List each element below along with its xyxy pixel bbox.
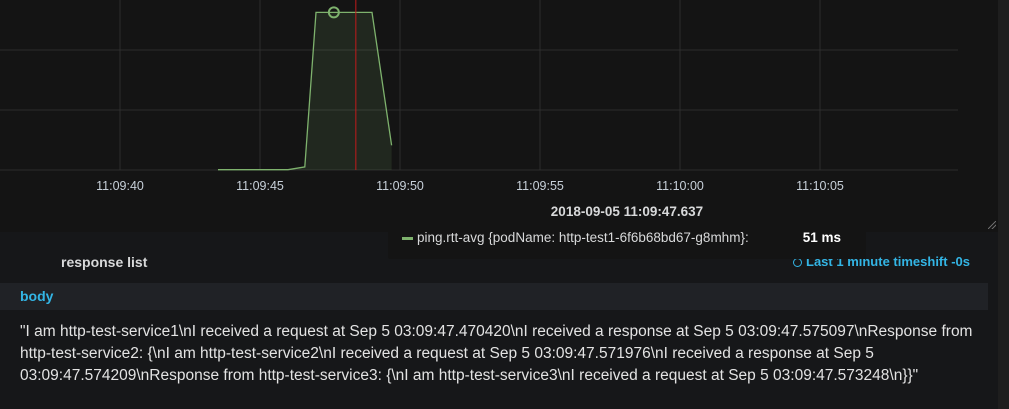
x-axis-tick-label: 11:09:50 (376, 179, 424, 193)
tooltip-timestamp: 2018-09-05 11:09:47.637 (550, 204, 704, 219)
series-area-fill (218, 12, 392, 171)
table-row: "I am http-test-service1\nI received a r… (20, 323, 973, 384)
x-axis: 511:09:4011:09:4511:09:5011:09:5511:10:0… (0, 179, 844, 193)
series-layer (218, 0, 393, 171)
graph-grid (0, 0, 958, 171)
graph-tooltip: 2018-09-05 11:09:47.637 ping.rtt-avg {po… (388, 193, 866, 259)
panel-resize-handle[interactable] (988, 221, 996, 229)
tooltip-series-name: ping.rtt-avg {podName: http-test1-6f6b68… (417, 230, 749, 245)
column-header-body[interactable]: body (20, 288, 53, 304)
clock-icon (793, 258, 803, 267)
series-color-swatch (402, 236, 413, 240)
tooltip-value: 51 ms (802, 230, 841, 245)
panel-title[interactable]: response list (61, 254, 147, 270)
x-axis-tick-label: 11:10:00 (656, 179, 704, 193)
x-axis-tick-label: 11:09:45 (236, 179, 284, 193)
table-header: body (0, 283, 988, 310)
x-axis-tick-label: 11:09:55 (516, 179, 564, 193)
tooltip-series-row: ping.rtt-avg {podName: http-test1-6f6b68… (402, 230, 854, 245)
x-axis-tick-label: 11:10:05 (796, 179, 844, 193)
page-scrollbar[interactable] (998, 0, 1009, 409)
x-axis-tick-label: 11:09:40 (96, 179, 144, 193)
